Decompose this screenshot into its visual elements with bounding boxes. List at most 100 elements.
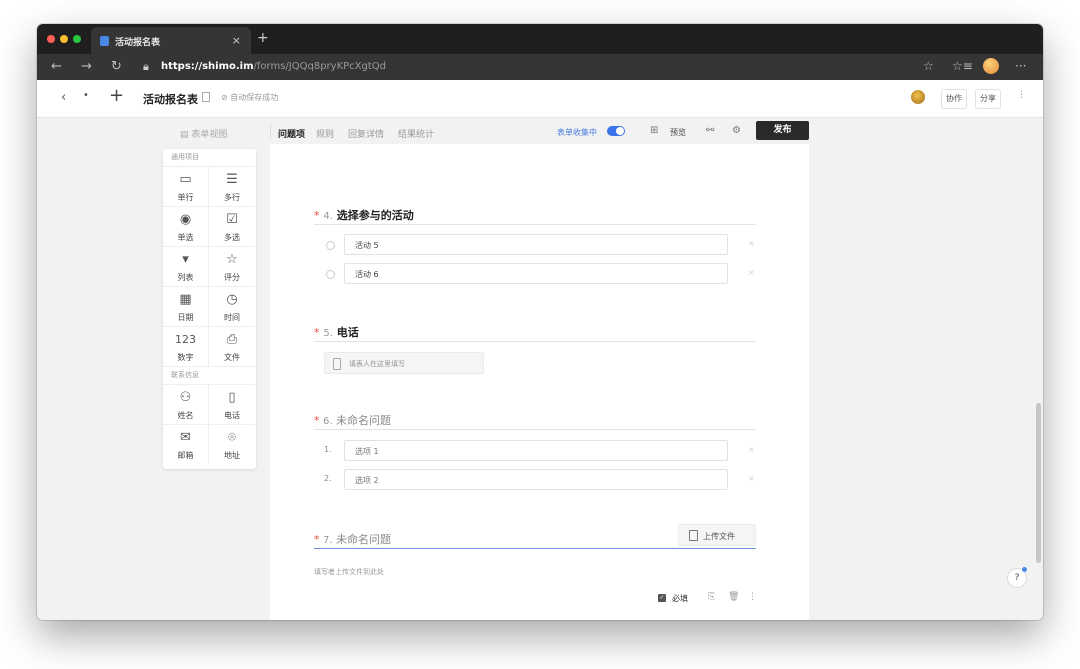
autosave-status: ⊘ 自动保存成功 [221,93,279,102]
history-dropdown-icon[interactable]: • [83,90,89,101]
palette-item-label: 姓名 [177,411,194,420]
palette-item-label: 评分 [224,273,240,282]
favorites-list-icon[interactable]: ☆≡ [952,59,973,73]
url-field[interactable]: https://shimo.im/forms/JQQq8pryKPcXgtQd [161,61,386,72]
profile-avatar[interactable] [983,58,999,74]
palette-item-address[interactable]: ⌾ 地址 [209,424,255,464]
option-index: 2. [324,474,332,483]
form-view-toggle[interactable]: ▤ 表单视图 [180,127,227,140]
preview-button[interactable]: 预览 [670,127,686,138]
bookmark-icon[interactable] [202,92,210,102]
back-arrow-icon[interactable]: ← [51,59,62,74]
question-5[interactable]: * 5. 电话 [314,319,756,342]
question-title[interactable]: * 4. 选择参与的活动 [314,207,414,223]
required-checkbox[interactable]: ✓ [658,594,666,602]
link-icon[interactable]: ⚯ [706,125,714,136]
question-type-palette: 通用项目 ▭ 单行 ☰ 多行 ◉ 单选 ☑ 多选 ▾ 列表 ☆ 评分 ▦ 日期 ◷ 时间 123… [163,149,256,469]
required-mark: * [314,326,320,339]
question-title[interactable]: * 6. 未命名问题 [314,412,391,428]
star-icon: ☆ [226,252,238,267]
palette-item-time[interactable]: ◷ 时间 [209,286,255,326]
help-icon: ? [1014,573,1020,583]
tab-statistics[interactable]: 结果统计 [398,127,434,140]
option-input[interactable]: 活动 6 [344,263,728,284]
settings-gear-icon[interactable]: ⚙ [732,125,741,136]
browser-window: 活动报名表 × + ← → ↻ 🔒︎ https://shimo.im/form… [37,24,1043,620]
url-path: /forms/JQQq8pryKPcXgtQd [253,61,386,72]
reload-icon[interactable]: ↻ [111,59,122,74]
scrollbar[interactable] [1035,117,1043,620]
option-input[interactable]: 选项 2 [344,469,728,490]
palette-item-date[interactable]: ▦ 日期 [163,286,209,326]
browser-tab[interactable]: 活动报名表 × [91,27,251,54]
calendar-icon: ▦ [179,292,192,307]
palette-item-label: 地址 [224,451,240,460]
palette-item-label: 文件 [224,353,240,362]
more-vertical-icon[interactable]: ⋮ [748,592,757,602]
radio-circle-icon [326,241,335,250]
palette-item-label: 邮箱 [177,451,194,460]
palette-item-name[interactable]: ⚇ 姓名 [163,384,209,424]
tab-rules[interactable]: 规则 [316,127,334,140]
palette-item-single-line[interactable]: ▭ 单行 [163,166,209,206]
collaborate-button[interactable]: 协作 [941,89,967,109]
remove-option-icon[interactable]: × [748,239,755,248]
option-row: 活动 6 × [326,263,755,285]
more-options-icon[interactable]: ⋮ [1017,90,1026,100]
palette-item-single-choice[interactable]: ◉ 单选 [163,206,209,246]
tab-responses[interactable]: 回复详情 [348,127,384,140]
window-minimize-button[interactable] [60,35,68,43]
collecting-toggle[interactable] [607,126,625,136]
palette-item-phone[interactable]: ▯ 电话 [209,384,255,424]
scrollbar-thumb[interactable] [1036,403,1041,563]
option-input[interactable]: 活动 5 [344,234,728,255]
remove-option-icon[interactable]: × [748,445,755,454]
question-6[interactable]: * 6. 未命名问题 [314,407,756,430]
contact-items-grid: ⚇ 姓名 ▯ 电话 ✉ 邮箱 ⌾ 地址 [163,384,256,464]
window-close-button[interactable] [47,35,55,43]
palette-section-title: 联系信息 [163,366,256,384]
required-mark: * [314,209,320,222]
grid-icon[interactable]: ⊞ [650,125,658,136]
browser-menu-icon[interactable]: ··· [1015,59,1026,73]
new-tab-button[interactable]: + [257,30,269,46]
question-title[interactable]: * 7. 未命名问题 [314,531,391,547]
question-4[interactable]: * 4. 选择参与的活动 [314,202,756,225]
dropdown-icon: ▾ [182,252,189,267]
window-zoom-button[interactable] [73,35,81,43]
option-input[interactable]: 选项 1 [344,440,728,461]
question-number: 7. [323,535,333,546]
phone-placeholder-field[interactable]: 填表人在这里填写 [324,352,484,374]
forward-arrow-icon[interactable]: → [81,59,92,74]
trash-icon[interactable]: 🗑 [728,592,739,602]
radio-circle-icon [326,270,335,279]
upload-file-button[interactable]: 上传文件 [678,524,756,546]
remove-option-icon[interactable]: × [748,474,755,483]
collaborator-avatar[interactable] [911,90,925,104]
palette-item-file[interactable]: ⎙ 文件 [209,326,255,366]
address-bar: ← → ↻ 🔒︎ https://shimo.im/forms/JQQq8pry… [37,54,1043,80]
question-number: 6. [323,416,333,427]
placeholder-text: 填表人在这里填写 [349,360,405,368]
back-chevron-icon[interactable]: ‹ [61,90,66,105]
favorite-star-icon[interactable]: ☆ [923,59,934,73]
palette-item-multi-line[interactable]: ☰ 多行 [209,166,255,206]
palette-item-email[interactable]: ✉ 邮箱 [163,424,209,464]
publish-button[interactable]: 发布 [756,121,809,140]
clock-icon: ◷ [226,292,238,307]
multi-line-icon: ☰ [226,172,238,187]
tab-close-icon[interactable]: × [232,34,241,47]
palette-item-number[interactable]: 123 数字 [163,326,209,366]
palette-item-dropdown-list[interactable]: ▾ 列表 [163,246,209,286]
palette-item-multi-choice[interactable]: ☑ 多选 [209,206,255,246]
palette-item-label: 数字 [177,353,194,362]
add-button[interactable]: + [109,85,124,106]
palette-item-rating[interactable]: ☆ 评分 [209,246,255,286]
help-button[interactable]: ? [1007,567,1027,588]
question-title[interactable]: * 5. 电话 [314,324,359,340]
document-title[interactable]: 活动报名表 [143,91,198,107]
copy-icon[interactable]: ⎘ [708,592,715,602]
tab-questions[interactable]: 问题项 [278,127,305,140]
share-button[interactable]: 分享 [975,89,1001,109]
remove-option-icon[interactable]: × [748,268,755,277]
